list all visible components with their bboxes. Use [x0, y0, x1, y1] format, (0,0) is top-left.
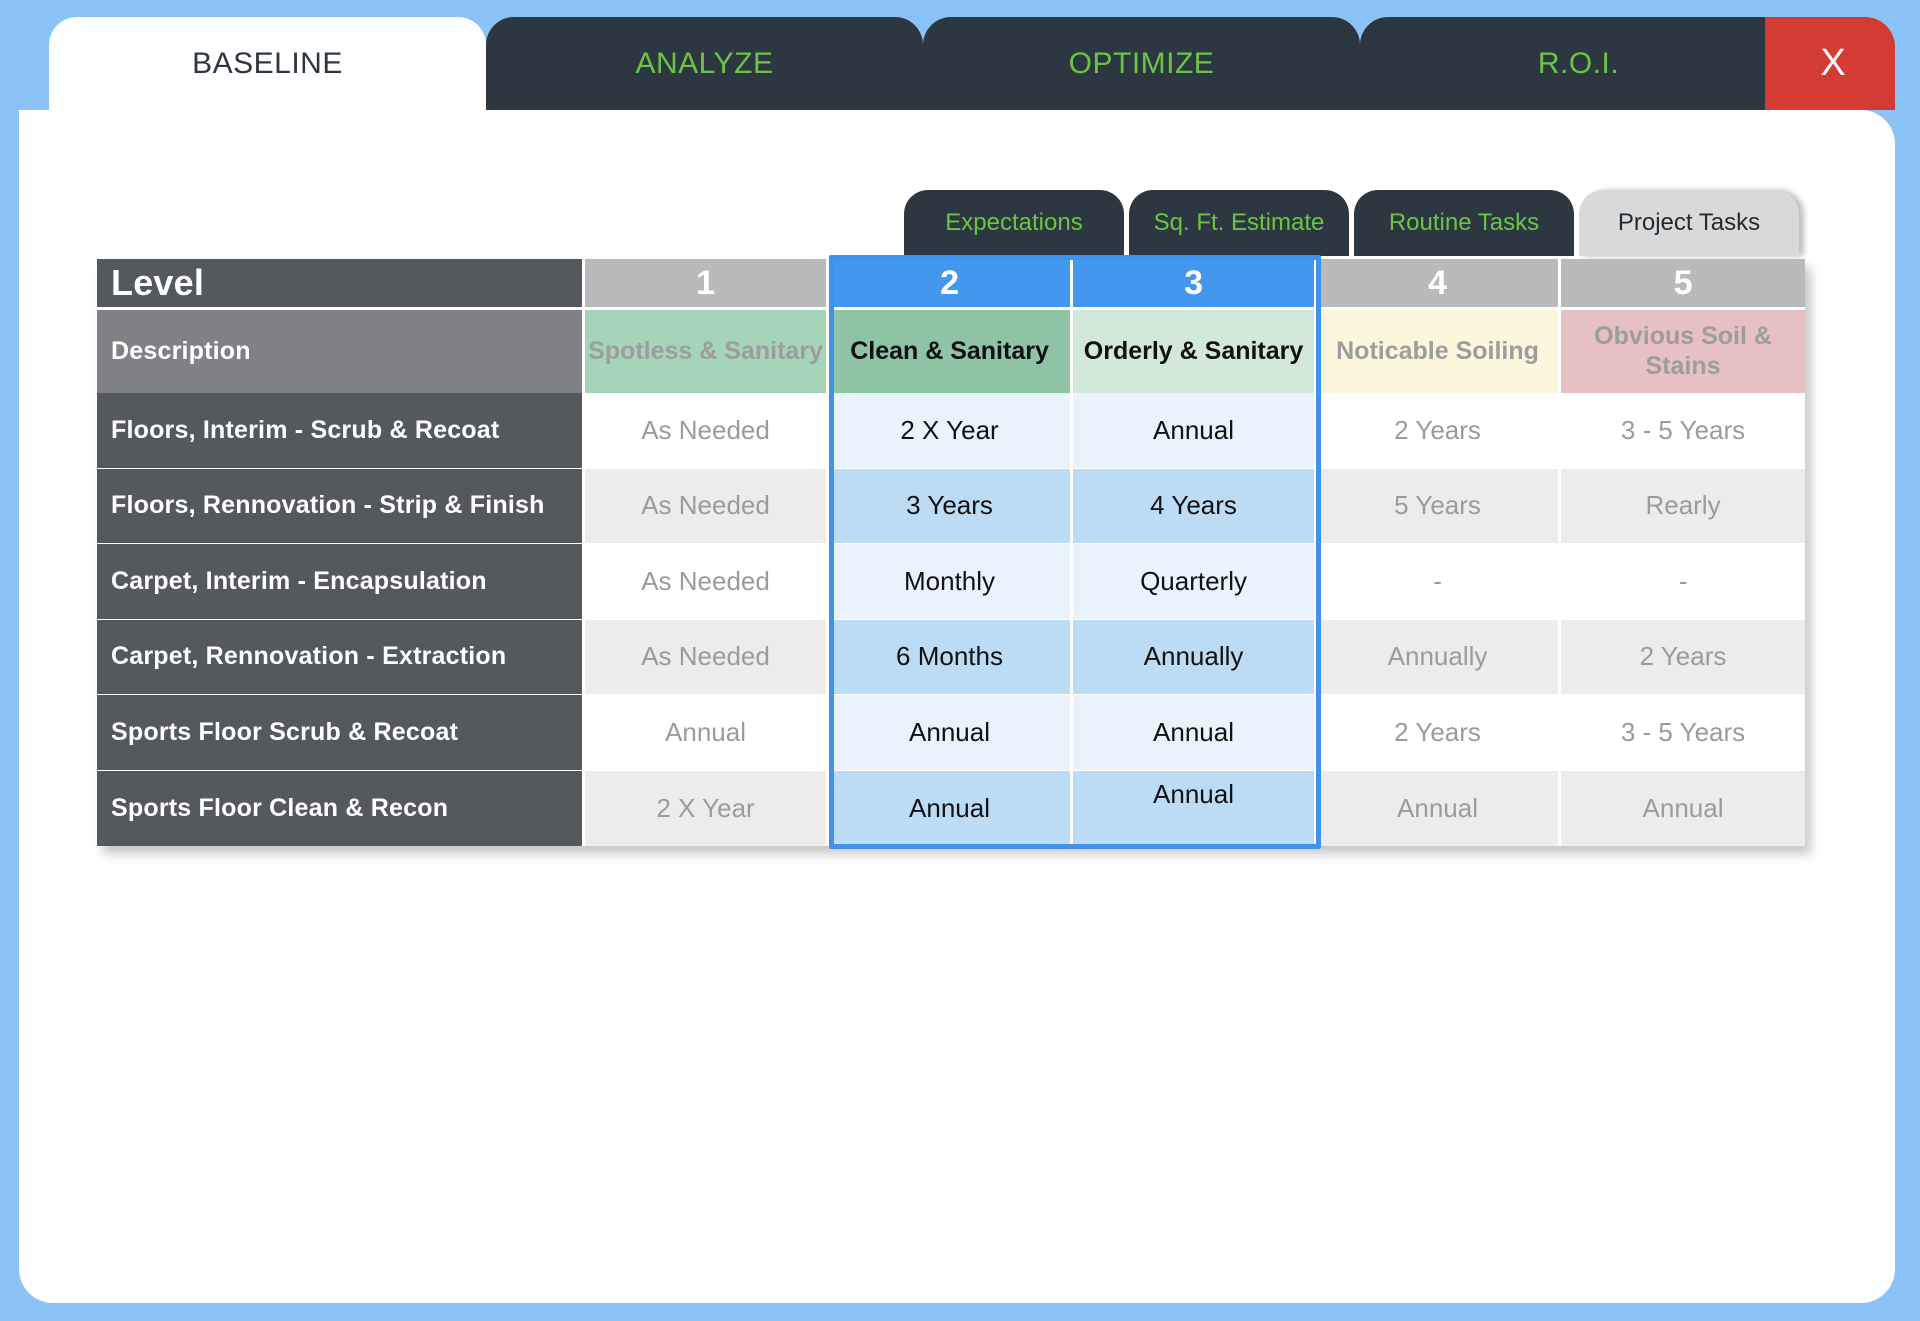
table-cell[interactable]: -	[1561, 544, 1806, 619]
level-5-header[interactable]: 5	[1561, 259, 1806, 307]
task-label: Floors, Interim - Scrub & Recoat	[97, 393, 586, 468]
table-cell[interactable]: Annually	[1073, 619, 1318, 694]
tab-routine-tasks[interactable]: Routine Tasks	[1354, 190, 1574, 256]
project-tasks-table: Level 1 2 3 4 5 Description Spotless & S…	[97, 259, 1806, 846]
table-cell[interactable]: 2 Years	[1561, 619, 1806, 694]
task-label: Floors, Rennovation - Strip & Finish	[97, 468, 586, 543]
table-row: Sports Floor Clean & Recon 2 X Year Annu…	[97, 770, 1806, 846]
description-row: Description Spotless & Sanitary Clean & …	[97, 310, 1806, 393]
tab-sq-ft-estimate[interactable]: Sq. Ft. Estimate	[1129, 190, 1349, 256]
level-1-description[interactable]: Spotless & Sanitary	[585, 310, 830, 393]
level-3-header[interactable]: 3	[1073, 259, 1318, 307]
level-4-header[interactable]: 4	[1317, 259, 1562, 307]
table-row: Floors, Rennovation - Strip & Finish As …	[97, 468, 1806, 544]
table-row: Floors, Interim - Scrub & Recoat As Need…	[97, 393, 1806, 469]
table-cell[interactable]: Annual	[1561, 770, 1806, 846]
table-cell[interactable]: 5 Years	[1317, 468, 1562, 543]
level-header-label: Level	[97, 259, 586, 307]
table-cell[interactable]: Quarterly	[1073, 544, 1318, 619]
task-label: Carpet, Interim - Encapsulation	[97, 544, 586, 619]
top-tab-bar: BASELINE ANALYZE OPTIMIZE R.O.I.	[49, 17, 1797, 110]
table-cell[interactable]: Annual	[1317, 770, 1562, 846]
table-cell[interactable]: As Needed	[585, 619, 830, 694]
table-cell[interactable]: Annual	[1073, 770, 1318, 846]
table-cell[interactable]: Rearly	[1561, 468, 1806, 543]
table-cell[interactable]: Annual	[829, 695, 1074, 770]
level-5-description[interactable]: Obvious Soil & Stains	[1561, 310, 1806, 393]
table-cell[interactable]: 2 X Year	[829, 393, 1074, 468]
table-cell[interactable]: As Needed	[585, 393, 830, 468]
tab-optimize[interactable]: OPTIMIZE	[923, 17, 1360, 110]
table-cell-text: Annual	[1153, 778, 1235, 809]
table-row: Sports Floor Scrub & Recoat Annual Annua…	[97, 695, 1806, 771]
level-2-header[interactable]: 2	[829, 259, 1074, 307]
close-button[interactable]: X	[1765, 17, 1895, 110]
table-cell[interactable]: 4 Years	[1073, 468, 1318, 543]
table-cell[interactable]: 2 Years	[1317, 393, 1562, 468]
level-3-description[interactable]: Orderly & Sanitary	[1073, 310, 1318, 393]
table-cell[interactable]: 3 Years	[829, 468, 1074, 543]
tab-project-tasks[interactable]: Project Tasks	[1579, 190, 1799, 256]
sub-tab-bar: Expectations Sq. Ft. Estimate Routine Ta…	[904, 190, 1799, 256]
table-cell[interactable]: Annual	[1073, 393, 1318, 468]
level-header-row: Level 1 2 3 4 5	[97, 259, 1806, 310]
task-label: Sports Floor Clean & Recon	[97, 770, 586, 846]
table-cell[interactable]: 3 - 5 Years	[1561, 695, 1806, 770]
table-row: Carpet, Interim - Encapsulation As Neede…	[97, 544, 1806, 620]
table-cell[interactable]: Annual	[829, 770, 1074, 846]
table-cell[interactable]: -	[1317, 544, 1562, 619]
tab-roi[interactable]: R.O.I.	[1360, 17, 1797, 110]
table-cell[interactable]: Annually	[1317, 619, 1562, 694]
table-cell[interactable]: Annual	[1073, 695, 1318, 770]
level-1-header[interactable]: 1	[585, 259, 830, 307]
table-cell[interactable]: As Needed	[585, 468, 830, 543]
tab-analyze[interactable]: ANALYZE	[486, 17, 923, 110]
table-cell[interactable]: 2 Years	[1317, 695, 1562, 770]
table-cell[interactable]: 2 X Year	[585, 770, 830, 846]
level-4-description[interactable]: Noticable Soiling	[1317, 310, 1562, 393]
tab-baseline[interactable]: BASELINE	[49, 17, 486, 110]
panel-corner	[19, 110, 59, 150]
table-row: Carpet, Rennovation - Extraction As Need…	[97, 619, 1806, 695]
task-label: Sports Floor Scrub & Recoat	[97, 695, 586, 770]
description-label: Description	[97, 310, 586, 393]
table-cell[interactable]: Annual	[585, 695, 830, 770]
table-cell[interactable]: Monthly	[829, 544, 1074, 619]
level-2-description[interactable]: Clean & Sanitary	[829, 310, 1074, 393]
table-cell[interactable]: As Needed	[585, 544, 830, 619]
table-cell[interactable]: 6 Months	[829, 619, 1074, 694]
table-cell[interactable]: 3 - 5 Years	[1561, 393, 1806, 468]
task-label: Carpet, Rennovation - Extraction	[97, 619, 586, 694]
tab-expectations[interactable]: Expectations	[904, 190, 1124, 256]
